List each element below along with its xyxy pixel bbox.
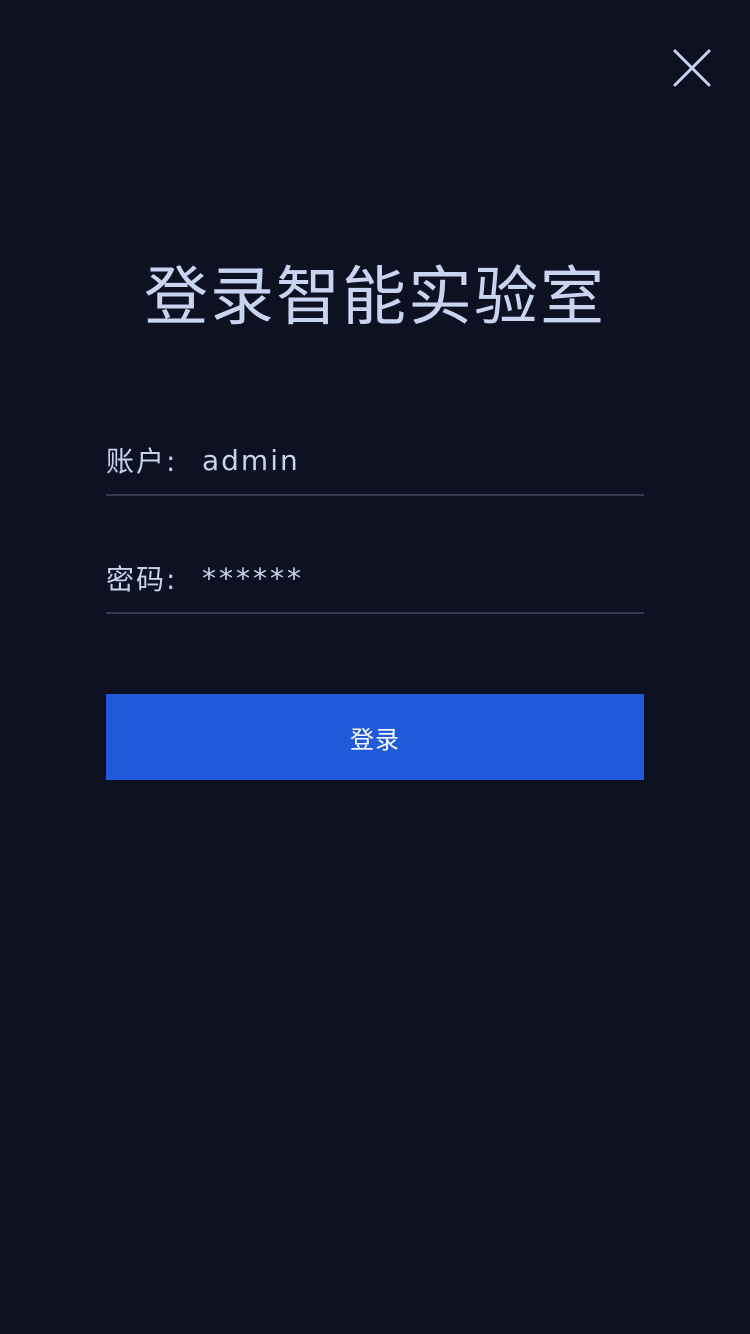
close-button[interactable] [668,44,716,92]
password-input[interactable] [202,556,644,600]
close-icon [673,49,711,87]
account-label: 账户: [106,445,178,478]
login-button[interactable]: 登录 [106,694,644,780]
account-field: 账户: [106,426,644,496]
page-title: 登录智能实验室 [144,261,606,335]
password-field: 密码: [106,544,644,614]
password-label: 密码: [106,563,178,596]
account-input[interactable] [202,438,644,482]
